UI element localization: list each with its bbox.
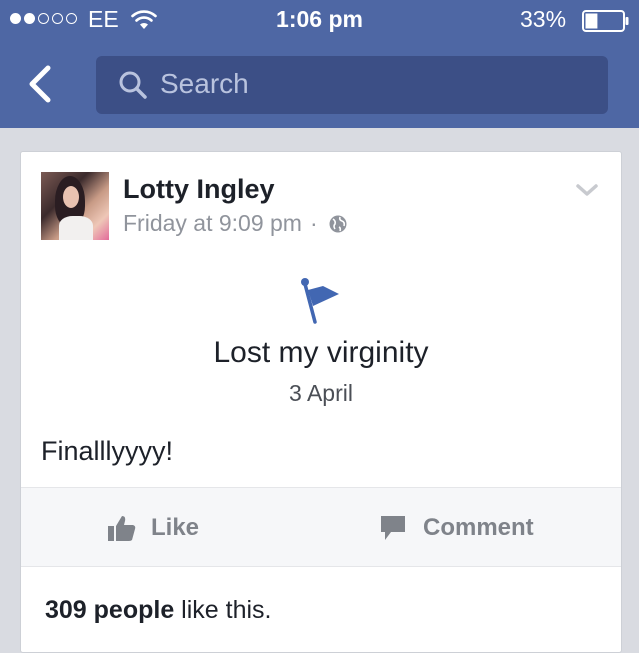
search-bar[interactable] xyxy=(96,56,608,114)
status-bar: EE 1:06 pm 33% xyxy=(0,0,639,42)
avatar-clothing xyxy=(59,216,93,240)
like-button[interactable]: Like xyxy=(107,508,199,548)
thumbs-up-icon xyxy=(108,516,136,541)
comment-button[interactable]: Comment xyxy=(379,508,534,548)
likes-summary[interactable]: 309 people like this. xyxy=(45,596,272,625)
likes-suffix: like this. xyxy=(174,596,272,624)
life-event-date: 3 April xyxy=(289,380,353,406)
post-timestamp[interactable]: Friday at 9:09 pm xyxy=(123,210,302,237)
life-event-title: Lost my virginity xyxy=(213,336,429,369)
globe-icon xyxy=(329,215,347,232)
search-icon xyxy=(119,71,147,99)
post-meta: Friday at 9:09 pm · xyxy=(123,210,348,237)
comment-icon xyxy=(381,516,405,540)
divider xyxy=(21,566,621,567)
avatar-face xyxy=(63,186,79,208)
flag-icon xyxy=(301,278,339,324)
meta-separator: · xyxy=(309,210,318,236)
back-button[interactable] xyxy=(22,62,62,106)
search-input[interactable] xyxy=(160,66,580,102)
avatar[interactable] xyxy=(41,172,109,240)
post-card: Lotty Ingley Friday at 9:09 pm · Lost my… xyxy=(20,151,622,653)
author-name[interactable]: Lotty Ingley xyxy=(123,174,275,205)
battery-percent: 33% xyxy=(520,6,567,32)
navigation-bar xyxy=(0,42,639,128)
chevron-down-icon[interactable] xyxy=(575,182,599,198)
battery-icon xyxy=(582,10,629,32)
back-chevron-icon xyxy=(29,65,51,103)
like-label: Like xyxy=(151,514,200,541)
action-bar: Like Comment xyxy=(21,488,621,566)
likes-count: 309 people xyxy=(45,596,175,624)
post-text: Finalllyyyy! xyxy=(41,436,174,466)
comment-label: Comment xyxy=(423,514,534,541)
